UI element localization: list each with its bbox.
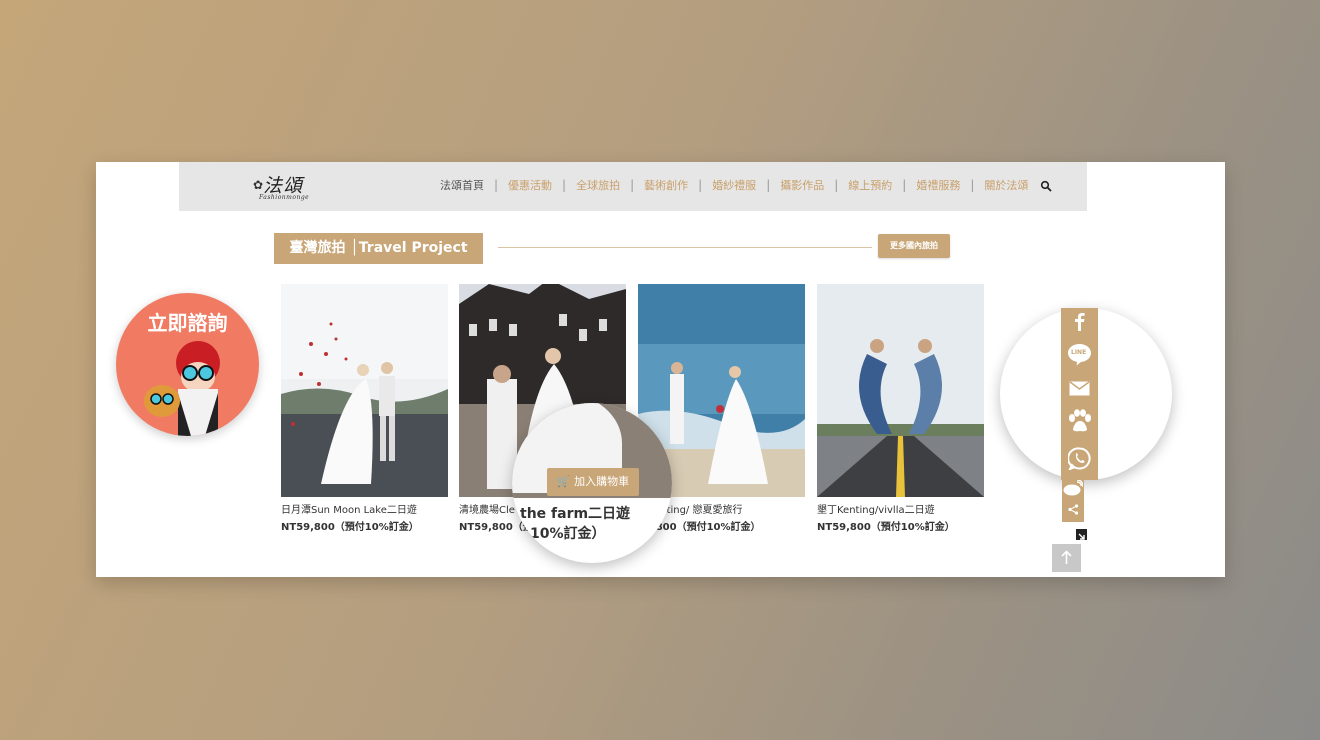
product-photo[interactable]	[817, 284, 984, 497]
product-price: 59,800（預付10%訂金）	[638, 522, 761, 533]
nav-separator: |	[630, 178, 635, 192]
collapse-share-button[interactable]	[1076, 529, 1087, 540]
share-more-icon[interactable]	[1068, 504, 1079, 515]
nav-item-photography[interactable]: 攝影作品	[780, 177, 824, 193]
product-title[interactable]: 日月潭Sun Moon Lake二日遊	[281, 501, 448, 516]
back-to-top-button[interactable]	[1052, 544, 1081, 572]
section-title: 臺灣旅拍 │Travel Project	[274, 233, 483, 264]
share-bar-extension	[1062, 480, 1084, 522]
nav-item-gowns[interactable]: 婚紗禮服	[712, 177, 756, 193]
nav-item-booking[interactable]: 線上預約	[848, 177, 892, 193]
logo-subtext: Fashionmonge	[259, 194, 310, 201]
nav-item-wedding-services[interactable]: 婚禮服務	[916, 177, 960, 193]
main-nav: 法頌首頁 | 優惠活動 | 全球旅拍 | 藝術創作 | 婚紗禮服 | 攝影作品 …	[440, 177, 1052, 193]
product-price: NT59,800（預付10%訂金）	[281, 522, 419, 533]
product-price: NT59,800（預付10%訂金）	[817, 522, 955, 533]
nav-separator: |	[698, 178, 703, 192]
zoomed-product-price: 10%訂金）	[530, 526, 606, 542]
more-domestic-travel-button[interactable]: 更多國內旅拍	[878, 234, 950, 258]
top-navbar: ✿ 法頌 Fashionmonge 法頌首頁 | 優惠活動 | 全球旅拍 | 藝…	[179, 162, 1087, 211]
email-icon[interactable]	[1069, 381, 1090, 396]
arrow-up-icon	[1061, 550, 1072, 564]
search-icon[interactable]	[1040, 180, 1052, 192]
nav-item-about[interactable]: 關於法頌	[984, 177, 1028, 193]
nav-separator: |	[834, 178, 839, 192]
product-photo[interactable]	[281, 284, 448, 497]
zoom-magnifier: 🛒 加入購物車 the farm二日遊 10%訂金）	[512, 403, 672, 563]
cart-icon: 🛒	[556, 475, 571, 488]
flower-icon: ✿	[253, 178, 264, 192]
nav-item-home[interactable]: 法頌首頁	[440, 177, 484, 193]
brand-logo[interactable]: ✿ 法頌 Fashionmonge	[253, 168, 323, 206]
consult-label: 立即諮詢	[147, 311, 228, 335]
nav-separator: |	[562, 178, 567, 192]
add-to-cart-label: 加入購物車	[574, 475, 630, 488]
nav-item-global-travel[interactable]: 全球旅拍	[576, 177, 620, 193]
line-icon[interactable]: LINE	[1067, 343, 1092, 366]
add-to-cart-button[interactable]: 🛒 加入購物車	[547, 468, 639, 496]
nav-separator: |	[902, 178, 907, 192]
nav-separator: |	[970, 178, 975, 192]
whatsapp-icon[interactable]	[1068, 447, 1091, 470]
arrow-down-right-icon	[1078, 533, 1085, 540]
facebook-icon[interactable]	[1071, 311, 1089, 331]
zoomed-product-title: the farm二日遊	[520, 506, 631, 522]
nav-separator: |	[494, 178, 499, 192]
nav-item-art[interactable]: 藝術創作	[644, 177, 688, 193]
weibo-icon[interactable]	[1063, 480, 1083, 496]
share-bar: LINE	[1061, 308, 1098, 480]
product-card[interactable]: 墾丁Kenting/vivlla二日遊 NT59,800（預付10%訂金）	[817, 284, 984, 533]
product-title[interactable]: 墾丁Kenting/vivlla二日遊	[817, 501, 984, 516]
nav-separator: |	[766, 178, 771, 192]
product-card[interactable]: 日月潭Sun Moon Lake二日遊 NT59,800（預付10%訂金）	[281, 284, 448, 533]
nav-item-promotions[interactable]: 優惠活動	[508, 177, 552, 193]
section-divider	[498, 247, 872, 248]
consult-button[interactable]: 立即諮詢	[116, 293, 259, 436]
line-label: LINE	[1071, 349, 1087, 356]
baidu-paw-icon[interactable]	[1067, 409, 1092, 433]
